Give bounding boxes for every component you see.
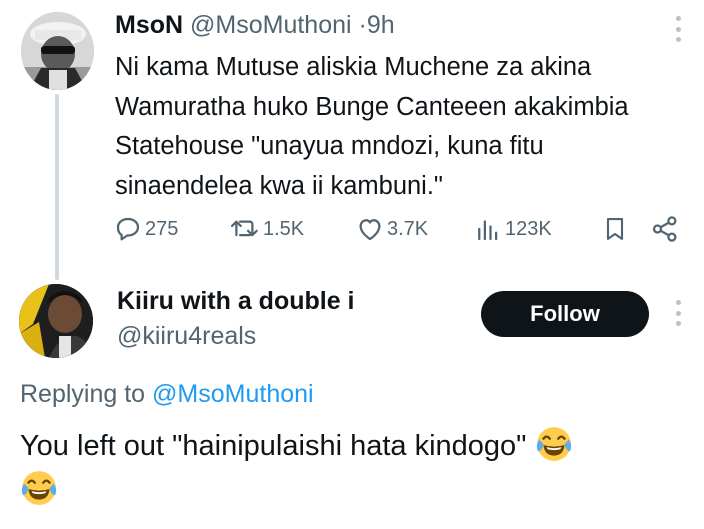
replying-to-line: Replying to @MsoMuthoni — [20, 378, 314, 410]
views-count: 123K — [505, 217, 552, 240]
reply-text: You left out "hainipulaishi hata kindogo… — [20, 430, 527, 462]
like-count: 3.7K — [387, 217, 429, 240]
share-icon — [652, 216, 677, 242]
thread-connector-line — [55, 94, 59, 280]
bookmark-button[interactable] — [601, 212, 629, 246]
header-separator: · — [358, 11, 367, 39]
views-bar-icon — [478, 220, 498, 241]
replying-prefix: Replying to — [20, 380, 146, 408]
avatar-mson[interactable] — [21, 12, 94, 90]
more-vertical-icon[interactable] — [673, 16, 683, 42]
bookmark-icon — [606, 218, 624, 240]
reply-count: 275 — [145, 217, 179, 240]
tweet-actions: 275 1.5K 3.7K 123K — [0, 212, 704, 246]
more-vertical-icon[interactable] — [673, 300, 683, 326]
tweet-header: MsoN @MsoMuthoni ·9h — [115, 9, 395, 41]
replying-mention-link[interactable]: @MsoMuthoni — [152, 380, 314, 408]
retweet-count: 1.5K — [263, 217, 305, 240]
heart-icon — [359, 219, 381, 241]
face-with-tears-of-joy-emoji — [536, 427, 571, 461]
face-with-tears-of-joy-emoji — [21, 471, 57, 505]
reply-author-name[interactable]: Kiiru with a double i — [117, 285, 355, 317]
retweet-icon — [230, 220, 258, 237]
comment-bubble-icon — [116, 217, 140, 241]
retweet-button[interactable]: 1.5K — [229, 212, 304, 246]
reply-text-block: You left out "hainipulaishi hata kindogo… — [20, 424, 700, 512]
follow-button[interactable]: Follow — [481, 291, 649, 337]
reply-button[interactable]: 275 — [113, 212, 178, 246]
author-handle[interactable]: @MsoMuthoni — [190, 11, 352, 39]
avatar-image — [21, 12, 94, 90]
tweet-text: Ni kama Mutuse aliskia Muchene za akina … — [115, 53, 629, 200]
reply-author-handle[interactable]: @kiiru4reals — [117, 320, 256, 352]
author-name[interactable]: MsoN — [115, 11, 183, 39]
share-button[interactable] — [650, 212, 680, 246]
avatar-kiiru[interactable] — [19, 284, 93, 358]
tweet-timestamp[interactable]: 9h — [367, 11, 395, 39]
like-button[interactable]: 3.7K — [355, 212, 428, 246]
tweet-thread: MsoN @MsoMuthoni ·9h Ni kama Mutuse alis… — [0, 0, 704, 529]
views-button[interactable]: 123K — [473, 212, 552, 246]
avatar-image — [19, 284, 93, 358]
